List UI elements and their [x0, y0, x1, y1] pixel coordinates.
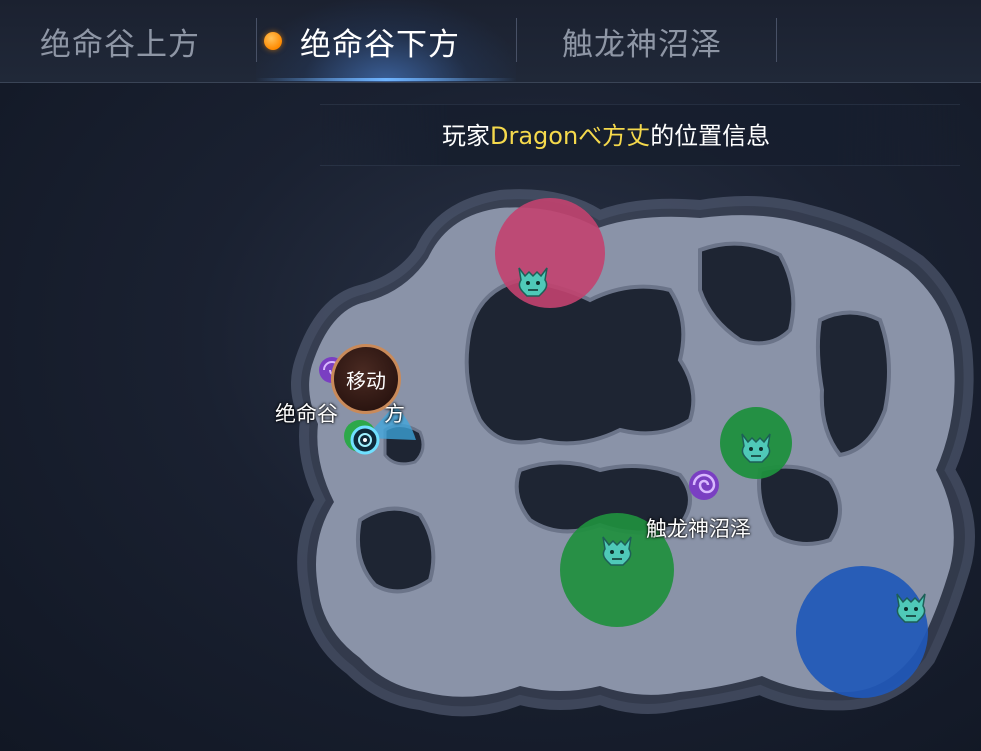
- portal-swamp-icon[interactable]: [689, 470, 719, 500]
- region-map: [291, 189, 975, 717]
- move-button[interactable]: 移动: [331, 344, 401, 414]
- valley-label-text: 绝命谷: [275, 402, 338, 426]
- dragon-zone-pink[interactable]: [495, 198, 605, 308]
- dragon-zone-green-small[interactable]: [720, 407, 792, 479]
- swamp-map-label: 触龙神沼泽: [646, 517, 751, 541]
- move-button-label: 移动: [346, 368, 386, 393]
- dragon-zone-blue[interactable]: [796, 566, 928, 698]
